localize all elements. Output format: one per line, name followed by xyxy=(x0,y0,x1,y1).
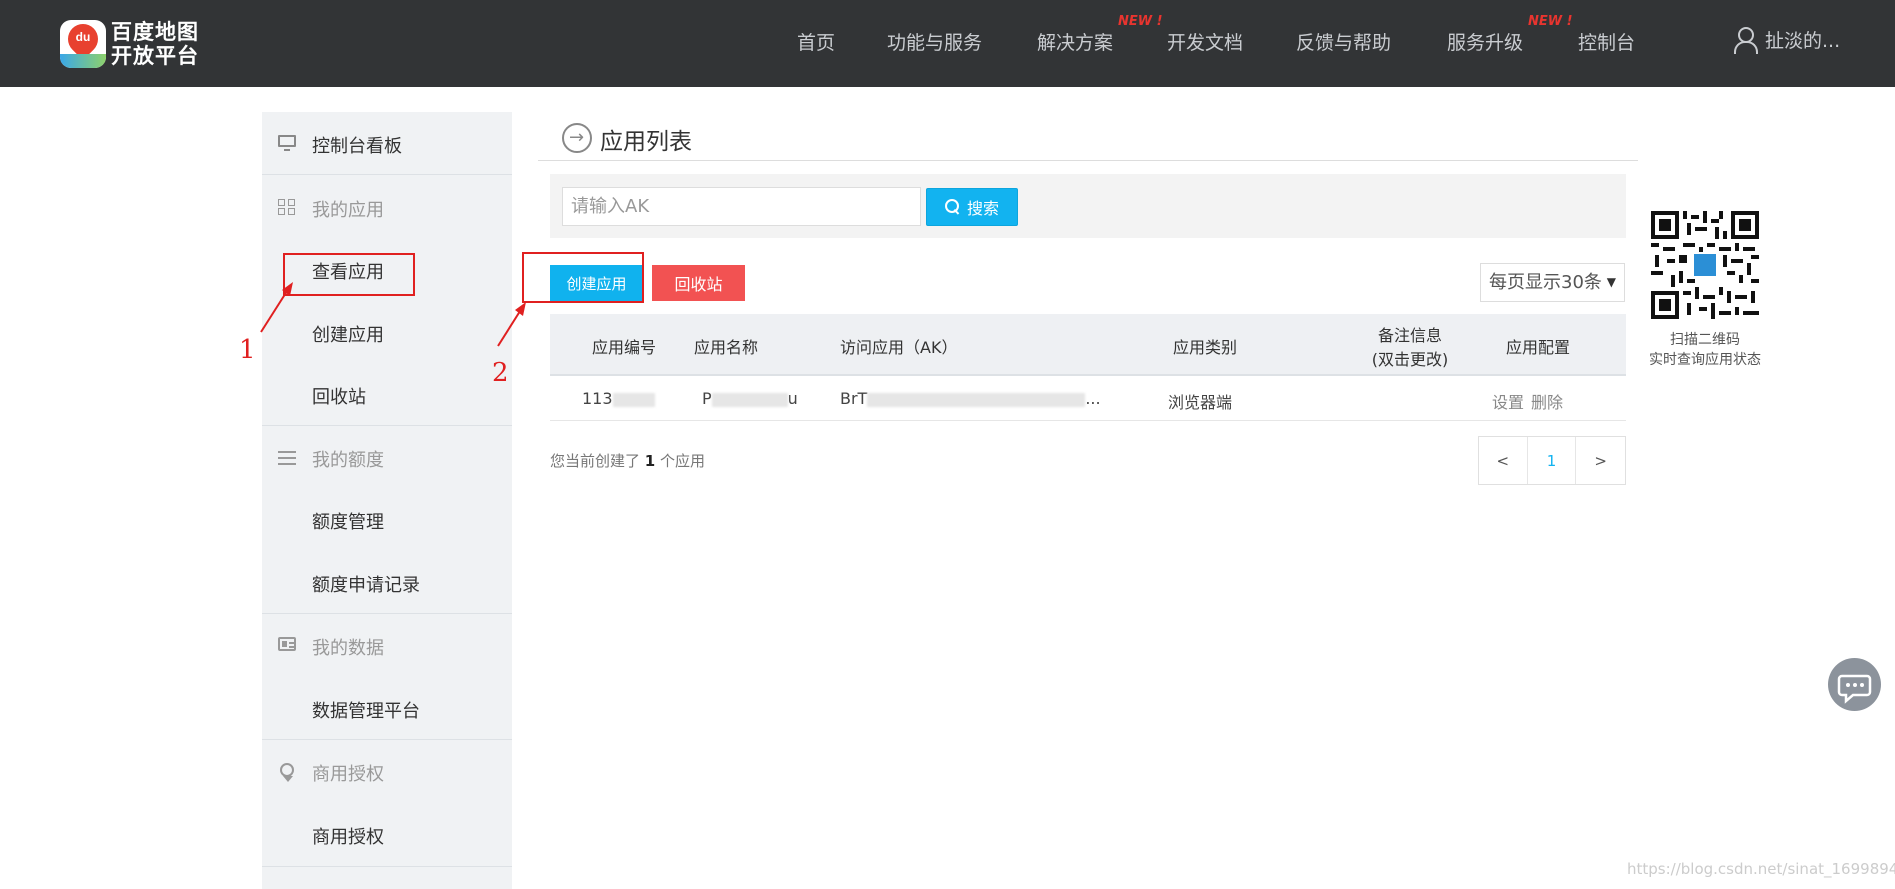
sidebar-group-label: 商用授权 xyxy=(312,764,384,785)
annotation-number-1: 1 xyxy=(239,335,256,365)
sidebar-group-label: 我的额度 xyxy=(312,450,384,471)
watermark: https://blog.csdn.net/sinat_16998945 xyxy=(1627,860,1895,878)
settings-link[interactable]: 设置 xyxy=(1492,389,1524,413)
chat-button[interactable] xyxy=(1828,658,1881,711)
nav-home[interactable]: 首页 xyxy=(797,28,835,55)
sidebar-item-quota-management[interactable]: 额度管理 xyxy=(262,508,512,533)
arrow-circle-icon xyxy=(562,123,592,153)
id-card-icon xyxy=(278,637,296,651)
new-badge: NEW ! xyxy=(1118,14,1163,29)
prev-page-button[interactable]: < xyxy=(1479,437,1528,484)
per-page-select[interactable]: 每页显示30条 ▼ xyxy=(1480,263,1625,302)
divider xyxy=(538,160,1638,161)
nav-features[interactable]: 功能与服务 xyxy=(887,28,982,55)
logo-text: 百度地图 开放平台 xyxy=(111,20,199,68)
sidebar-group-label: 我的数据 xyxy=(312,638,384,659)
divider xyxy=(262,739,512,740)
search-icon xyxy=(944,199,961,215)
nav-docs[interactable]: 开发文档 xyxy=(1167,28,1243,55)
sidebar-item-data-platform[interactable]: 数据管理平台 xyxy=(262,697,512,722)
column-header: 应用配置 xyxy=(1505,338,1570,357)
nav-feedback[interactable]: 反馈与帮助 xyxy=(1296,28,1391,55)
annotation-box-1 xyxy=(283,253,415,296)
sidebar-group-my-data[interactable]: 我的数据 xyxy=(262,634,512,659)
column-header: 应用名称 xyxy=(693,338,758,357)
ak-search-input[interactable] xyxy=(562,187,921,226)
annotation-arrow-1 xyxy=(260,282,293,333)
search-button-label: 搜索 xyxy=(966,199,999,218)
pagination: < 1 > xyxy=(1478,436,1626,485)
monitor-icon xyxy=(278,135,296,151)
sidebar-item-recycle-bin[interactable]: 回收站 xyxy=(262,383,512,408)
sidebar-group-commercial[interactable]: 商用授权 xyxy=(262,760,512,785)
ak-cell: BrT... xyxy=(840,389,1101,408)
user-name: 扯淡的... xyxy=(1765,30,1841,52)
search-button[interactable]: 搜索 xyxy=(926,188,1018,226)
grid-icon xyxy=(278,199,296,215)
sidebar-item-label: 控制台看板 xyxy=(312,136,402,157)
sidebar-group-my-quota[interactable]: 我的额度 xyxy=(262,446,512,471)
qr-caption: 扫描二维码 实时查询应用状态 xyxy=(1649,332,1761,368)
sidebar-item-quota-requests[interactable]: 额度申请记录 xyxy=(262,571,512,596)
app-name-cell: Pu xyxy=(702,389,798,408)
nav-upgrade[interactable]: 服务升级 xyxy=(1447,28,1523,55)
sidebar-group-label: 我的应用 xyxy=(312,200,384,221)
page-title: 应用列表 xyxy=(600,129,692,155)
column-header: 应用编号 xyxy=(591,338,656,357)
sidebar: 控制台看板 我的应用 查看应用 创建应用 回收站 我的额度 额度管理 额度申请记… xyxy=(262,112,512,889)
nav-console[interactable]: 控制台 xyxy=(1578,28,1635,55)
table-header: 应用编号 应用名称 访问应用（AK） 应用类别 备注信息 (双击更改) 应用配置 xyxy=(550,314,1626,376)
category-cell: 浏览器端 xyxy=(1168,393,1233,412)
column-header: 备注信息 xyxy=(1377,326,1442,345)
new-badge: NEW ! xyxy=(1528,14,1573,29)
sidebar-item-label: 商用授权 xyxy=(312,827,384,848)
page: du 百度地图 开放平台 首页 功能与服务 解决方案 NEW ! 开发文档 反馈… xyxy=(0,0,1895,889)
annotation-number-2: 2 xyxy=(492,358,509,388)
chat-bubble-icon xyxy=(1837,674,1872,704)
table-row: 113 Pu BrT... 浏览器端 设置 删除 xyxy=(550,377,1626,421)
sidebar-item-commercial-license[interactable]: 商用授权 xyxy=(262,823,512,848)
column-header: 访问应用（AK） xyxy=(840,338,958,357)
sidebar-item-label: 回收站 xyxy=(312,387,366,408)
logo[interactable]: du 百度地图 开放平台 xyxy=(60,20,200,70)
app-id-cell: 113 xyxy=(582,389,655,408)
sidebar-group-my-apps[interactable]: 我的应用 xyxy=(262,196,512,221)
sidebar-item-label: 数据管理平台 xyxy=(312,701,420,722)
annotation-box-2 xyxy=(522,252,644,303)
divider xyxy=(262,866,512,867)
annotation-arrow-2 xyxy=(497,302,526,347)
user-menu[interactable]: 扯淡的... xyxy=(1733,26,1841,54)
badge-icon xyxy=(280,763,294,782)
sidebar-item-label: 额度管理 xyxy=(312,512,384,533)
column-header: 应用类别 xyxy=(1172,338,1237,357)
next-page-button[interactable]: > xyxy=(1576,437,1625,484)
sidebar-item-dashboard[interactable]: 控制台看板 xyxy=(262,132,512,157)
top-navbar: du 百度地图 开放平台 首页 功能与服务 解决方案 NEW ! 开发文档 反馈… xyxy=(0,0,1895,87)
divider xyxy=(262,425,512,426)
divider xyxy=(262,174,512,175)
delete-link[interactable]: 删除 xyxy=(1531,389,1563,413)
baidu-map-logo-icon: du xyxy=(60,20,106,68)
recycle-bin-button[interactable]: 回收站 xyxy=(652,265,745,301)
sidebar-item-label: 额度申请记录 xyxy=(312,575,420,596)
column-header-sub: (双击更改) xyxy=(1371,350,1449,369)
qr-code-icon xyxy=(1651,211,1759,319)
sidebar-item-label: 创建应用 xyxy=(312,325,384,346)
divider xyxy=(262,613,512,614)
caret-down-icon: ▼ xyxy=(1606,275,1616,289)
page-1-button[interactable]: 1 xyxy=(1527,437,1577,484)
app-count-text: 您当前创建了 1 个应用 xyxy=(550,452,706,470)
nav-solutions[interactable]: 解决方案 xyxy=(1037,28,1113,55)
sliders-icon xyxy=(278,449,296,465)
user-icon xyxy=(1733,26,1758,54)
per-page-value: 每页显示30条 xyxy=(1489,272,1602,293)
